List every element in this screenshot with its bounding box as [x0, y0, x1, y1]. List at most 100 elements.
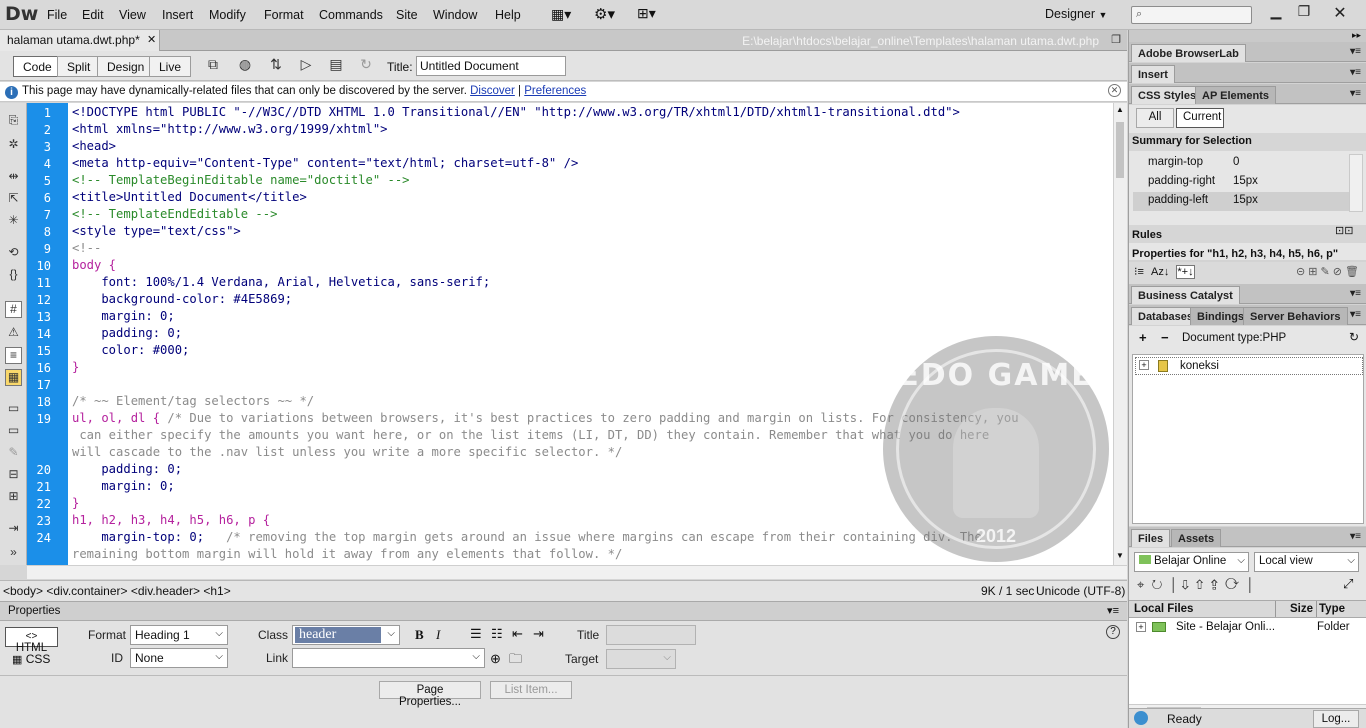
refresh-icon[interactable]: ↻	[355, 56, 377, 76]
ap-elements-tab[interactable]: AP Elements	[1195, 86, 1277, 104]
collapse-selection-icon[interactable]: ⇱	[5, 191, 22, 208]
minimize-button[interactable]: ▁	[1262, 3, 1290, 23]
code-line[interactable]: margin: 0;	[72, 309, 174, 323]
business-catalyst-tab[interactable]: Business Catalyst	[1131, 286, 1240, 304]
expand-icon[interactable]: +	[1136, 622, 1146, 632]
set-properties-icon[interactable]: *+↓	[1176, 265, 1195, 279]
live-view-button[interactable]: Live	[149, 56, 192, 77]
view-select[interactable]: Local view ⌵	[1254, 552, 1359, 572]
code-line[interactable]: <title>Untitled Document</title>	[72, 190, 307, 204]
tag-selector[interactable]: <body> <div.container> <div.header> <h1>	[3, 584, 231, 598]
business-catalyst-header[interactable]: Business Catalyst ▾≡	[1129, 284, 1366, 304]
code-line[interactable]: margin: 0;	[72, 479, 174, 493]
code-line[interactable]: ul, ol, dl { /* Due to variations betwee…	[72, 411, 1019, 425]
current-button[interactable]: Current	[1176, 108, 1224, 128]
more-tools-icon[interactable]: »	[5, 545, 22, 562]
recent-snippets-icon[interactable]: ⊟	[5, 467, 22, 484]
wrap-tag-icon[interactable]: ✎	[5, 445, 22, 462]
split-view-button[interactable]: Split	[57, 56, 101, 77]
panel-menu-icon[interactable]: ▾≡	[1350, 67, 1361, 78]
code-line[interactable]: margin-top: 0; /* removing the top margi…	[72, 530, 982, 544]
menu-view[interactable]: View	[119, 8, 146, 22]
select-parent-tag-icon[interactable]: ⟲	[5, 245, 22, 262]
close-tab-icon[interactable]: ✕	[147, 33, 156, 46]
layout-icon[interactable]: ▦▾	[551, 6, 571, 23]
unordered-list-icon[interactable]: ☰	[470, 626, 482, 642]
open-documents-icon[interactable]: ⎘	[5, 113, 22, 130]
code-line[interactable]: <!--	[72, 241, 101, 255]
code-line[interactable]: }	[72, 496, 79, 510]
assets-tab[interactable]: Assets	[1171, 529, 1222, 547]
summary-row[interactable]: margin-top 0	[1133, 154, 1351, 173]
menu-modify[interactable]: Modify	[209, 8, 246, 22]
bindings-tab[interactable]: Bindings	[1190, 307, 1252, 325]
apply-comment-icon[interactable]: ▭	[5, 401, 22, 418]
size-column[interactable]: Size	[1290, 603, 1313, 615]
preferences-link[interactable]: Preferences	[524, 85, 586, 97]
move-css-icon[interactable]: ⊞	[5, 489, 22, 506]
bold-button[interactable]: B	[415, 627, 424, 643]
collapse-full-tag-icon[interactable]: ⇹	[5, 169, 22, 186]
code-line[interactable]: background-color: #4E5869;	[72, 292, 292, 306]
menu-commands[interactable]: Commands	[319, 8, 383, 22]
code-line[interactable]: padding: 0;	[72, 462, 182, 476]
alpha-view-icon[interactable]: Az↓	[1151, 266, 1169, 278]
code-line[interactable]: can either specify the amounts you want …	[72, 428, 989, 442]
expand-files-icon[interactable]: ⤢	[1343, 576, 1353, 592]
close-info-icon[interactable]: ✕	[1108, 84, 1121, 97]
server-behaviors-tab[interactable]: Server Behaviors	[1243, 307, 1348, 325]
syntax-coloring-icon[interactable]: ▦	[5, 369, 22, 386]
summary-scrollbar[interactable]	[1349, 154, 1363, 212]
collapse-panels-icon[interactable]: ▸▸	[1352, 30, 1361, 41]
browserlab-panel-header[interactable]: Adobe BrowserLab ▾≡	[1129, 42, 1366, 62]
code-line[interactable]: }	[72, 360, 79, 374]
menu-window[interactable]: Window	[433, 8, 477, 22]
restore-doc-icon[interactable]: ❐	[1111, 33, 1121, 46]
highlight-invalid-icon[interactable]: ⚠	[5, 325, 22, 342]
css-styles-tab[interactable]: CSS Styles	[1131, 86, 1204, 104]
summary-row[interactable]: padding-left 15px	[1133, 192, 1351, 211]
w3c-validation-icon[interactable]: ▷	[295, 56, 317, 76]
css-mode-button[interactable]: ▦ CSS	[12, 652, 50, 666]
scroll-down-icon[interactable]: ▼	[1116, 551, 1124, 560]
show-code-navigator-icon[interactable]: ✲	[5, 137, 22, 154]
preview-browser-icon[interactable]: ◍	[234, 56, 256, 76]
link-input[interactable]: ⌵	[292, 648, 485, 668]
panel-menu-icon[interactable]: ▾≡	[1107, 604, 1119, 617]
html-mode-button[interactable]: <> HTML	[5, 627, 58, 654]
restore-button[interactable]: ❐	[1290, 3, 1318, 23]
panel-menu-icon[interactable]: ▾≡	[1350, 309, 1361, 320]
horizontal-scrollbar[interactable]	[27, 565, 1127, 579]
category-view-icon[interactable]: ⁝≡	[1134, 266, 1144, 278]
workspace-switcher[interactable]: Designer ▼	[1045, 7, 1107, 21]
site-row[interactable]: + Site - Belajar Onli... Folder	[1129, 619, 1366, 637]
page-properties-button[interactable]: Page Properties...	[379, 681, 481, 708]
css-action-icons[interactable]: ⊝ ⊞ ✎ ⊘ 🗑	[1296, 265, 1359, 278]
files-tab[interactable]: Files	[1131, 529, 1171, 547]
balance-braces-icon[interactable]: {}	[5, 267, 22, 284]
local-files-column[interactable]: Local Files	[1134, 603, 1193, 615]
connection-row[interactable]: + koneksi	[1135, 357, 1363, 375]
discover-link[interactable]: Discover	[470, 85, 515, 97]
insert-panel-header[interactable]: Insert ▾≡	[1129, 63, 1366, 83]
code-line[interactable]: body {	[72, 258, 116, 272]
site-select[interactable]: Belajar Online ⌵	[1134, 552, 1249, 572]
add-connection-icon[interactable]: +	[1139, 330, 1147, 345]
browse-folder-icon[interactable]: 🗀	[509, 650, 522, 672]
italic-button[interactable]: I	[436, 627, 440, 643]
title-input[interactable]: Untitled Document	[416, 56, 566, 76]
word-wrap-icon[interactable]: ≡	[5, 347, 22, 364]
browserlab-tab[interactable]: Adobe BrowserLab	[1131, 44, 1246, 62]
refresh-icon[interactable]: ↻	[1349, 330, 1359, 344]
insert-tab[interactable]: Insert	[1131, 65, 1175, 83]
summary-row[interactable]: padding-right 15px	[1133, 173, 1351, 192]
scroll-up-icon[interactable]: ▲	[1116, 105, 1124, 114]
site-icon[interactable]: ⊞▾	[637, 5, 656, 22]
id-select[interactable]: None ⌵	[130, 648, 228, 668]
code-line[interactable]: <!DOCTYPE html PUBLIC "-//W3C//DTD XHTML…	[72, 105, 960, 119]
log-button[interactable]: Log...	[1313, 710, 1359, 728]
class-select[interactable]: header ⌵	[292, 625, 400, 645]
target-select[interactable]: ⌵	[606, 649, 676, 669]
document-tab[interactable]: halaman utama.dwt.php* ✕	[0, 30, 160, 51]
remove-connection-icon[interactable]: −	[1161, 330, 1169, 345]
